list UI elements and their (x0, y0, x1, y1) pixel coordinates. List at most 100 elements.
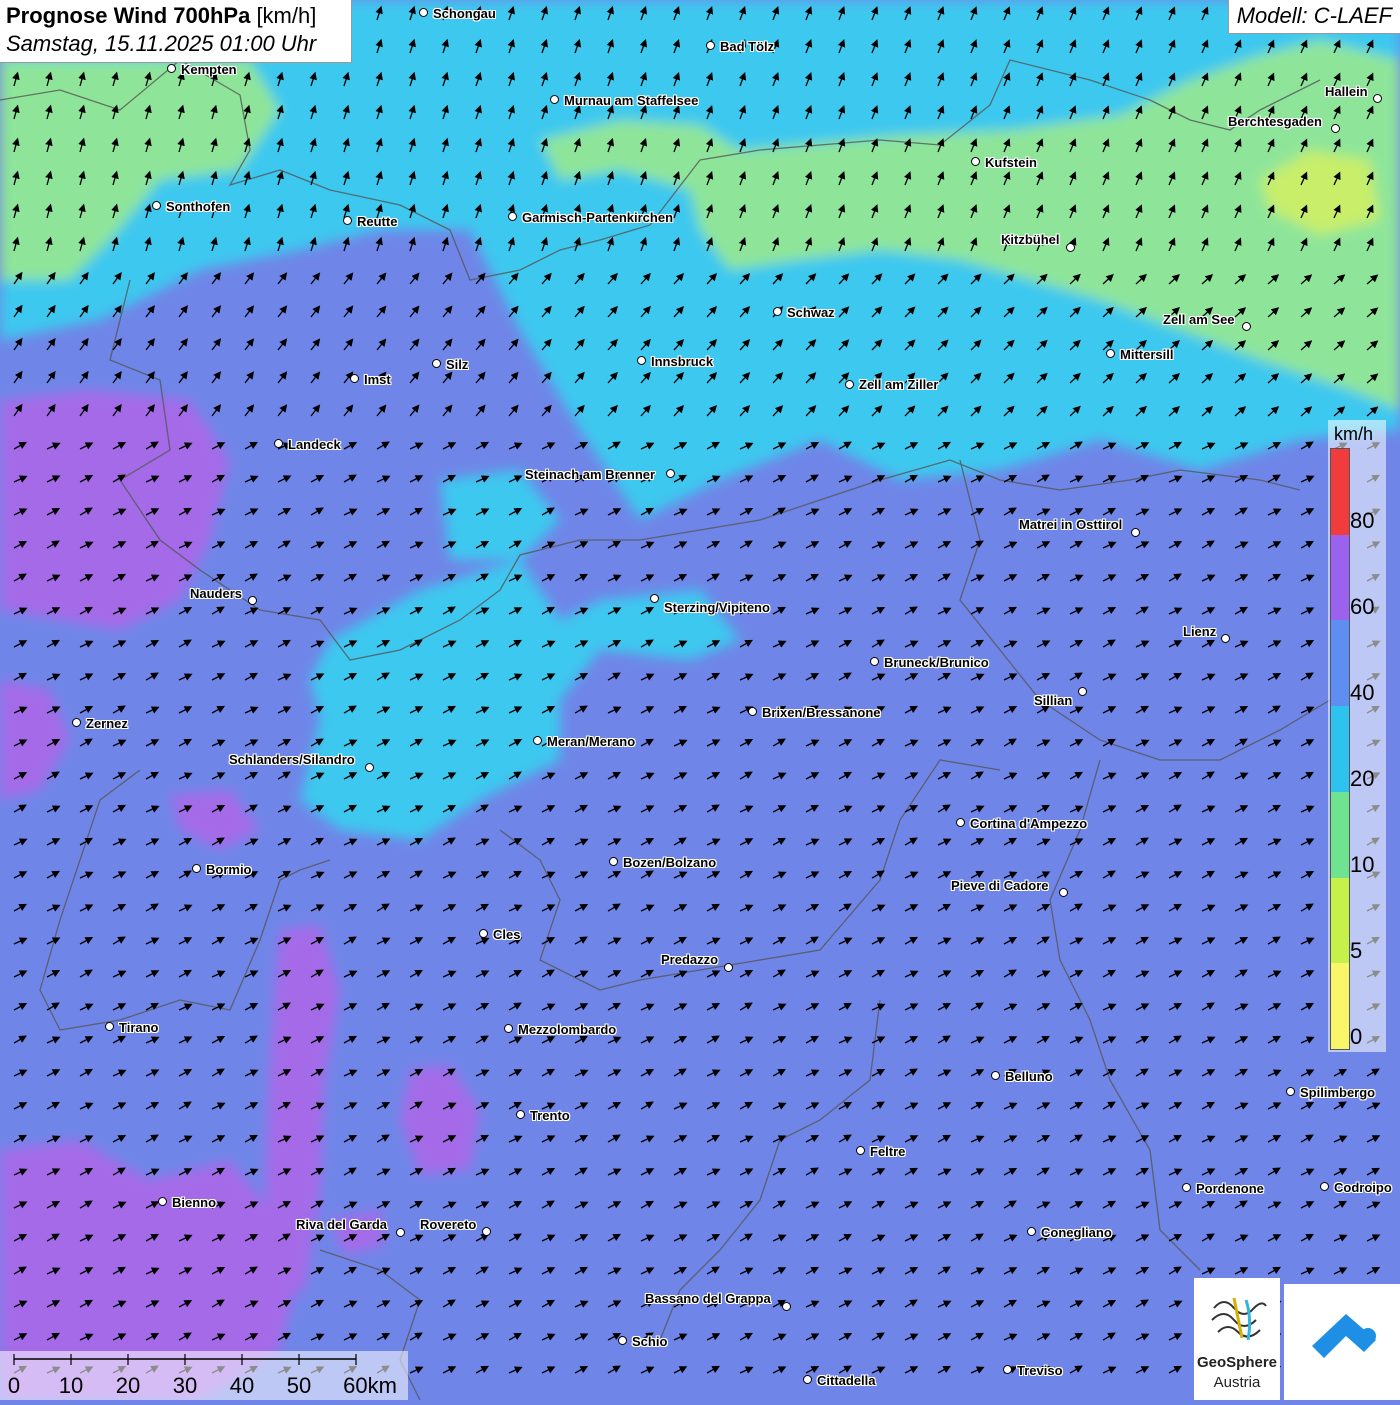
legend-label: 10 (1350, 852, 1375, 877)
city-marker[interactable] (274, 439, 283, 448)
legend-label: 60 (1350, 594, 1375, 619)
city-marker[interactable] (1286, 1087, 1295, 1096)
city-marker[interactable] (152, 201, 161, 210)
city-marker[interactable] (419, 8, 428, 17)
city-label: Brixen/Bressanone (762, 705, 881, 720)
legend-label: 80 (1350, 508, 1375, 533)
city-marker[interactable] (350, 374, 359, 383)
title-unit: [km/h] (256, 3, 317, 28)
city-marker[interactable] (1331, 124, 1340, 133)
city-marker[interactable] (432, 359, 441, 368)
city-marker[interactable] (609, 857, 618, 866)
city-label: Mittersill (1120, 347, 1174, 362)
city-marker[interactable] (508, 212, 517, 221)
city-marker[interactable] (666, 469, 675, 478)
city-marker[interactable] (1131, 528, 1140, 537)
city-marker[interactable] (724, 963, 733, 972)
city-marker[interactable] (482, 1227, 491, 1236)
city-marker[interactable] (1027, 1227, 1036, 1236)
scale-label: 20 (115, 1373, 141, 1398)
color-legend: km/h 80 60 40 20 10 5 0 (1328, 420, 1386, 1052)
city-label: Kempten (181, 62, 237, 77)
city-label: Schio (632, 1334, 668, 1349)
city-marker[interactable] (706, 41, 715, 50)
title-box: Prognose Wind 700hPa [km/h] Samstag, 15.… (0, 0, 352, 63)
city-marker[interactable] (773, 307, 782, 316)
city-marker[interactable] (748, 707, 757, 716)
city-label: Silz (446, 357, 469, 372)
city-label: Steinach am Brenner (525, 467, 656, 482)
city-label: Sterzing/Vipiteno (664, 600, 770, 615)
city-label: Bassano del Grappa (645, 1291, 771, 1306)
city-marker[interactable] (248, 596, 257, 605)
city-label: Sonthofen (166, 199, 231, 214)
city-label: Codroipo (1334, 1180, 1392, 1195)
city-label: Bormio (206, 862, 252, 877)
city-label: Pieve di Cadore (951, 878, 1049, 893)
city-marker[interactable] (479, 929, 488, 938)
legend-color-segment (1331, 791, 1349, 878)
city-label: Bienno (172, 1195, 217, 1210)
city-marker[interactable] (1066, 243, 1075, 252)
city-marker[interactable] (533, 736, 542, 745)
city-marker[interactable] (343, 216, 352, 225)
city-marker[interactable] (192, 864, 201, 873)
city-marker[interactable] (1003, 1365, 1012, 1374)
city-marker[interactable] (1373, 94, 1382, 103)
legend-label: 40 (1350, 680, 1375, 705)
city-marker[interactable] (158, 1197, 167, 1206)
city-label: Treviso (1017, 1363, 1063, 1378)
legend-color-bar (1330, 448, 1350, 1050)
city-marker[interactable] (396, 1228, 405, 1237)
city-marker[interactable] (870, 657, 879, 666)
scale-label: 10 (58, 1373, 84, 1398)
city-marker[interactable] (803, 1375, 812, 1384)
city-label: Imst (364, 372, 391, 387)
city-label: Kitzbühel (1001, 232, 1060, 247)
city-marker[interactable] (618, 1336, 627, 1345)
city-label: Riva del Garda (296, 1217, 388, 1232)
city-marker[interactable] (856, 1146, 865, 1155)
city-label: Hallein (1325, 84, 1368, 99)
city-marker[interactable] (971, 157, 980, 166)
city-label: Predazzo (661, 952, 719, 967)
city-marker[interactable] (167, 64, 176, 73)
city-marker[interactable] (1242, 322, 1251, 331)
city-marker[interactable] (845, 380, 854, 389)
city-label: Tirano (119, 1020, 159, 1035)
city-marker[interactable] (1059, 888, 1068, 897)
city-marker[interactable] (1320, 1182, 1329, 1191)
city-label: Nauders (190, 586, 243, 601)
legend-color-segment (1331, 963, 1349, 1049)
city-marker[interactable] (105, 1022, 114, 1031)
city-marker[interactable] (504, 1024, 513, 1033)
city-label: Pordenone (1196, 1181, 1264, 1196)
city-label: Sillian (1034, 693, 1073, 708)
city-marker[interactable] (1182, 1183, 1191, 1192)
city-label: Spilimbergo (1300, 1085, 1376, 1100)
city-marker[interactable] (1221, 634, 1230, 643)
city-marker[interactable] (782, 1302, 791, 1311)
geosphere-sub: Austria (1213, 1374, 1261, 1391)
city-marker[interactable] (72, 718, 81, 727)
city-marker[interactable] (637, 356, 646, 365)
city-marker[interactable] (1078, 687, 1087, 696)
legend-color-segment (1331, 534, 1349, 621)
city-marker[interactable] (991, 1071, 1000, 1080)
geosphere-logo[interactable]: GeoSphere Austria (1194, 1278, 1280, 1400)
city-label: Cles (493, 927, 521, 942)
legend-color-segment (1331, 706, 1349, 792)
weather-app-logo[interactable] (1284, 1284, 1400, 1400)
city-marker[interactable] (650, 594, 659, 603)
city-marker[interactable] (550, 95, 559, 104)
city-marker[interactable] (516, 1110, 525, 1119)
city-label: Zernez (86, 716, 128, 731)
city-label: Belluno (1005, 1069, 1053, 1084)
geosphere-emblem-icon (1211, 1297, 1267, 1341)
city-marker[interactable] (956, 818, 965, 827)
city-marker[interactable] (1106, 349, 1115, 358)
legend-label: 0 (1350, 1024, 1363, 1049)
city-label: Conegliano (1041, 1225, 1112, 1240)
legend-label: 20 (1350, 766, 1375, 791)
city-marker[interactable] (365, 763, 374, 772)
